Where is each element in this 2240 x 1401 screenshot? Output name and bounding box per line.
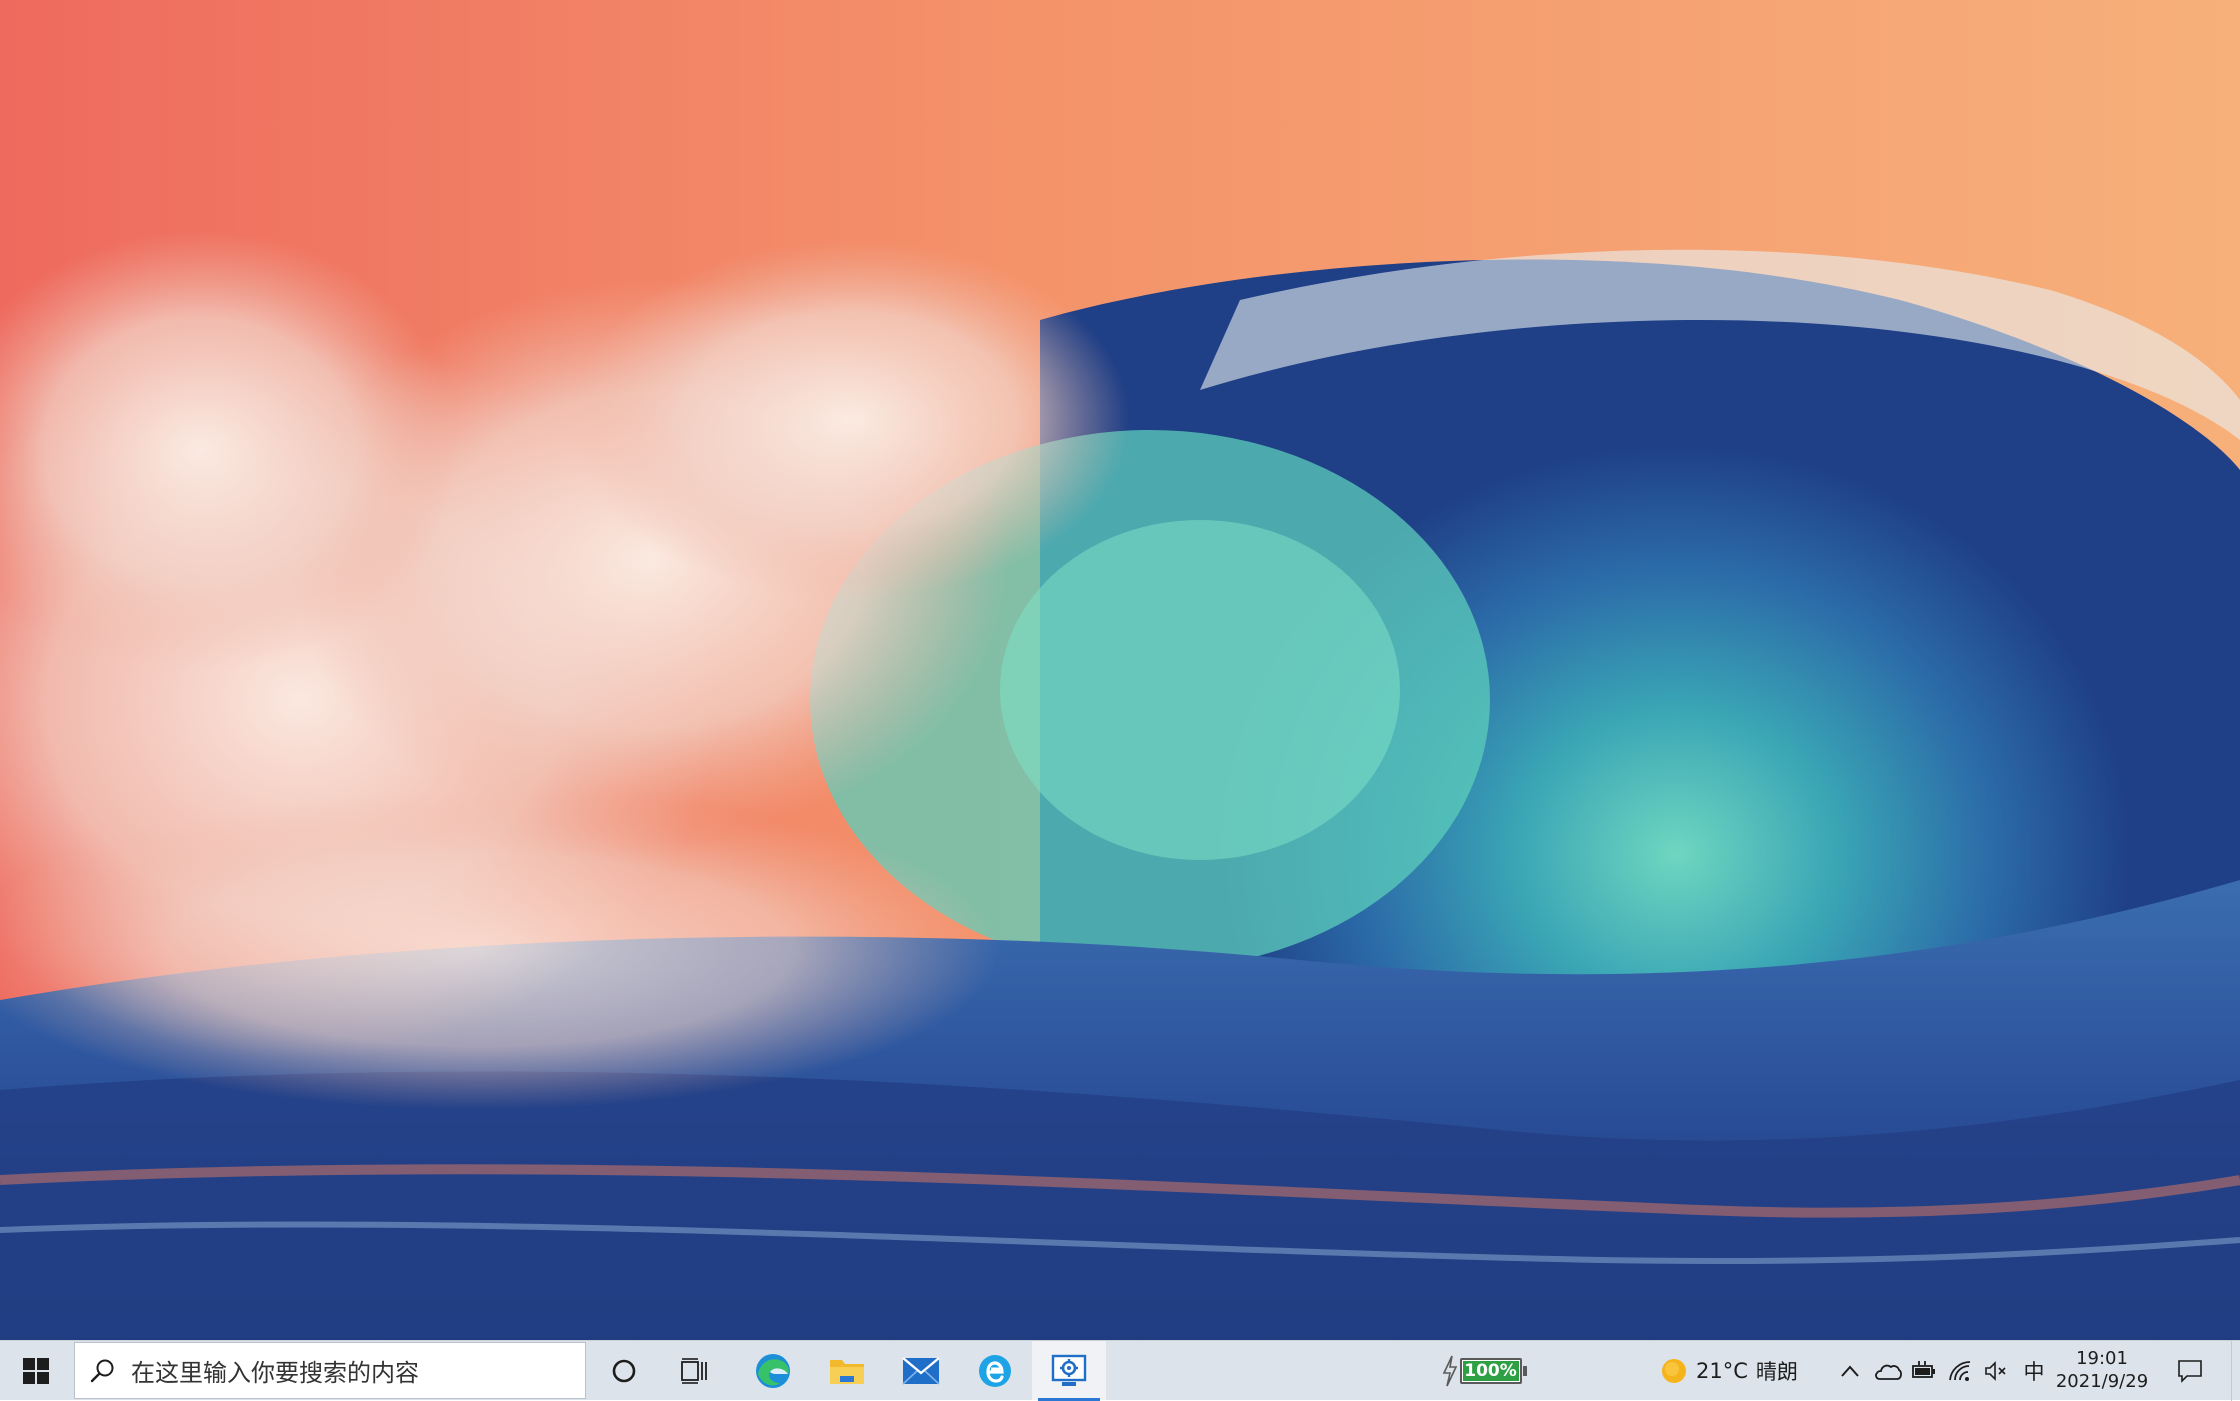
- battery-indicator: 100%: [1459, 1358, 1522, 1384]
- folder-icon: [830, 1360, 864, 1384]
- clock-date: 2021/9/29: [2055, 1371, 2149, 1392]
- task-view-button[interactable]: [664, 1341, 726, 1401]
- action-center-button[interactable]: [2160, 1341, 2220, 1401]
- windows-logo-icon: [23, 1358, 49, 1384]
- tray-power[interactable]: [1906, 1341, 1942, 1401]
- power-icon: [1912, 1361, 1935, 1378]
- search-box[interactable]: 在这里输入你要搜索的内容: [74, 1342, 586, 1399]
- onedrive-icon: [1875, 1364, 1902, 1380]
- chevron-up-icon: [1841, 1365, 1859, 1377]
- battery-terminal: [1522, 1366, 1527, 1376]
- taskbar-app-mail[interactable]: [884, 1341, 958, 1401]
- task-view-icon: [681, 1358, 707, 1384]
- show-hidden-icons-button[interactable]: [1832, 1341, 1868, 1401]
- tray-wifi[interactable]: [1942, 1341, 1978, 1401]
- battery-widget[interactable]: 100%: [1436, 1341, 1532, 1401]
- ime-label: 中: [2023, 1360, 2045, 1384]
- search-input[interactable]: 在这里输入你要搜索的内容: [131, 1353, 419, 1388]
- sun-icon: [1662, 1359, 1686, 1383]
- ie-icon: [979, 1355, 1011, 1387]
- cortana-button[interactable]: [594, 1341, 654, 1401]
- search-icon: [75, 1358, 131, 1384]
- edge-icon: [756, 1354, 790, 1388]
- taskbar-app-control-panel[interactable]: [1032, 1341, 1106, 1401]
- taskbar-app-edge[interactable]: [736, 1341, 810, 1401]
- wallpaper-ocean-wave: [0, 0, 2240, 1340]
- battery-percent: 100%: [1464, 1361, 1517, 1381]
- wifi-icon: [1949, 1361, 1971, 1381]
- weather-condition: 晴朗: [1755, 1360, 1798, 1384]
- taskbar-app-internet-explorer[interactable]: [958, 1341, 1032, 1401]
- clock-time: 19:01: [2076, 1348, 2128, 1369]
- cortana-circle-icon: [612, 1359, 636, 1383]
- start-button[interactable]: [0, 1341, 72, 1401]
- charging-bolt-icon: [1442, 1355, 1457, 1387]
- input-method-indicator[interactable]: 中: [2014, 1341, 2054, 1401]
- notification-icon: [2178, 1360, 2202, 1383]
- tray-volume[interactable]: [1978, 1341, 2014, 1401]
- taskbar: 在这里输入你要搜索的内容 100% 21°C 晴朗 中 19:01 2021/9…: [0, 1340, 2240, 1401]
- control-panel-icon: [1051, 1354, 1087, 1386]
- taskbar-app-file-explorer[interactable]: [810, 1341, 884, 1401]
- clock[interactable]: 19:01 2021/9/29: [2056, 1341, 2148, 1401]
- weather-widget[interactable]: 21°C 晴朗: [1660, 1341, 1810, 1401]
- volume-muted-icon: [1985, 1361, 2006, 1381]
- weather-temperature: 21°C: [1696, 1359, 1748, 1383]
- show-desktop-button[interactable]: [2231, 1341, 2240, 1401]
- tray-onedrive[interactable]: [1870, 1341, 1906, 1401]
- desktop[interactable]: [0, 0, 2240, 1340]
- mail-icon: [902, 1357, 940, 1385]
